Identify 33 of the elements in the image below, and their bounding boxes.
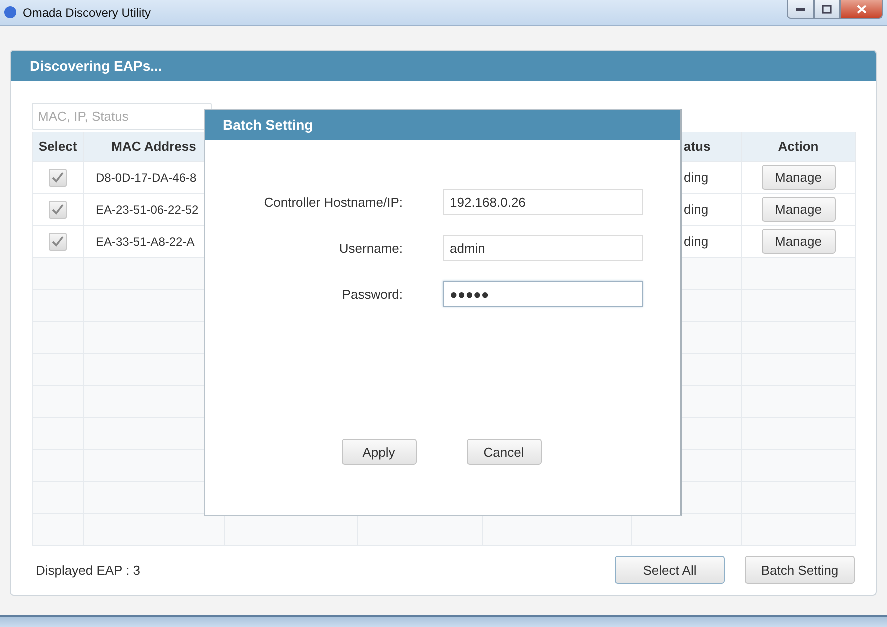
manage-button[interactable]: Manage (762, 229, 836, 254)
field-label: Password: (341, 286, 403, 302)
maximize-button[interactable] (814, 0, 840, 19)
window-title: Omada Discovery Utility (23, 6, 152, 20)
column-header: Action (742, 132, 856, 162)
search-field[interactable]: MAC, IP, Status (32, 103, 212, 130)
close-button[interactable] (840, 0, 883, 19)
checkbox[interactable] (49, 168, 67, 186)
app-icon (4, 6, 17, 19)
dialog-title: Batch Setting (205, 110, 680, 140)
manage-button[interactable]: Manage (762, 197, 836, 222)
checkmark-icon (52, 172, 64, 183)
apply-button[interactable]: Apply (342, 439, 416, 465)
panel-title: Discovering EAPs... (11, 51, 876, 81)
checkbox[interactable] (49, 200, 67, 218)
column-header: Select (33, 132, 84, 162)
displayed-count: Displayed EAP : 3 (35, 562, 142, 578)
input-field[interactable]: admin (443, 235, 643, 261)
cancel-button[interactable]: Cancel (466, 439, 542, 465)
batch-setting-button[interactable]: Batch Setting (745, 556, 855, 584)
checkmark-icon (52, 236, 64, 247)
minimize-button[interactable] (787, 0, 814, 19)
input-field[interactable]: ●●●●● (443, 281, 643, 307)
select-all-button[interactable]: Select All (615, 556, 725, 584)
input-field[interactable]: 192.168.0.26 (443, 189, 643, 215)
maximize-icon (822, 4, 832, 14)
close-icon (856, 4, 866, 14)
field-label: Controller Hostname/IP: (263, 194, 403, 210)
minimize-icon (796, 8, 805, 10)
checkmark-icon (52, 204, 64, 215)
checkbox[interactable] (49, 232, 67, 250)
manage-button[interactable]: Manage (762, 165, 836, 190)
field-label: Username: (338, 240, 403, 256)
